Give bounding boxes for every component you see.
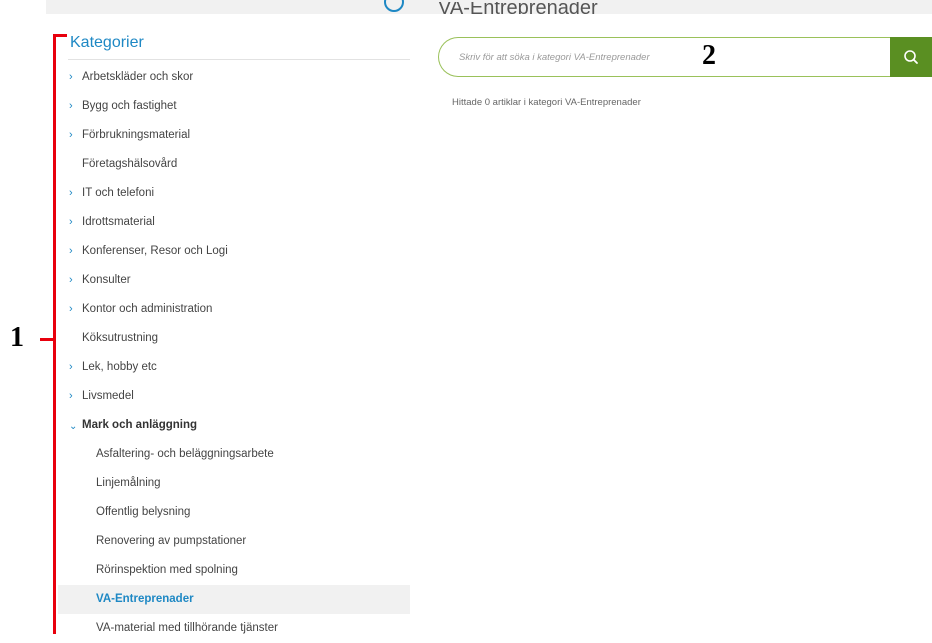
category-label: Lek, hobby etc xyxy=(82,361,157,373)
subcategory-label: VA-Entreprenader xyxy=(96,593,194,605)
subcategory-label: VA-material med tillhörande tjänster xyxy=(96,622,278,634)
category-label: Förbrukningsmaterial xyxy=(82,129,191,141)
subcategory-item-asfaltering[interactable]: Asfaltering- och beläggningsarbete xyxy=(58,440,410,469)
search-button[interactable] xyxy=(890,37,932,77)
chevron-right-icon: › xyxy=(69,361,73,373)
annotation-bracket-tick xyxy=(40,338,54,341)
subcategory-item-va-material[interactable]: VA-material med tillhörande tjänster xyxy=(58,614,410,643)
subcategory-item-va-entreprenader[interactable]: VA-Entreprenader xyxy=(58,585,410,614)
search-bar xyxy=(438,37,932,81)
result-count-text: Hittade 0 artiklar i kategori VA-Entrepr… xyxy=(452,97,641,108)
category-sidebar: Kategorier › Arbetskläder och skor › Bygg … xyxy=(58,14,410,634)
category-label: Livsmedel xyxy=(82,390,134,402)
chevron-right-icon: › xyxy=(69,245,73,257)
annotation-marker-2: 2 xyxy=(702,40,716,71)
category-label: Bygg och fastighet xyxy=(82,100,177,112)
category-item-forbrukningsmaterial[interactable]: › Förbrukningsmaterial xyxy=(58,121,410,150)
chevron-right-icon: › xyxy=(69,129,73,141)
category-item-konferenser[interactable]: › Konferenser, Resor och Logi xyxy=(58,237,410,266)
category-item-idrottsmaterial[interactable]: › Idrottsmaterial xyxy=(58,208,410,237)
subcategory-label: Renovering av pumpstationer xyxy=(96,535,247,547)
category-title: Kategorier xyxy=(70,34,144,51)
category-label: Mark och anläggning xyxy=(82,419,198,431)
category-divider xyxy=(68,59,410,60)
search-icon xyxy=(904,50,918,64)
chevron-down-icon: ⌄ xyxy=(69,421,78,432)
category-label: Arbetskläder och skor xyxy=(82,71,194,83)
subcategory-item-renovering[interactable]: Renovering av pumpstationer xyxy=(58,527,410,556)
subcategory-item-rorinspektion[interactable]: Rörinspektion med spolning xyxy=(58,556,410,585)
category-item-livsmedel[interactable]: › Livsmedel xyxy=(58,382,410,411)
subcategory-item-offentlig-belysning[interactable]: Offentlig belysning xyxy=(58,498,410,527)
category-item-lek-hobby[interactable]: › Lek, hobby etc xyxy=(58,353,410,382)
subcategory-label: Asfaltering- och beläggningsarbete xyxy=(96,448,274,460)
subcategory-label: Offentlig belysning xyxy=(96,506,191,518)
category-label: IT och telefoni xyxy=(82,187,155,199)
category-item-kontor[interactable]: › Kontor och administration xyxy=(58,295,410,324)
category-item-bygg[interactable]: › Bygg och fastighet xyxy=(58,92,410,121)
category-item-arbetsklader[interactable]: › Arbetskläder och skor xyxy=(58,63,410,92)
category-label: Köksutrustning xyxy=(82,332,159,344)
category-label: Konferenser, Resor och Logi xyxy=(82,245,228,257)
category-label: Kontor och administration xyxy=(82,303,213,315)
user-circle-icon[interactable] xyxy=(384,0,404,12)
category-item-it-telefoni[interactable]: › IT och telefoni xyxy=(58,179,410,208)
category-item-mark-anlaggning[interactable]: ⌄ Mark och anläggning xyxy=(58,411,410,440)
category-item-foretagshalsovard[interactable]: Företagshälsovård xyxy=(58,150,410,179)
annotation-bracket-top xyxy=(53,34,67,37)
chevron-right-icon: › xyxy=(69,100,73,112)
search-input[interactable] xyxy=(438,37,890,77)
subcategory-label: Rörinspektion med spolning xyxy=(96,564,238,576)
annotation-marker-1: 1 xyxy=(10,322,24,353)
category-list: › Arbetskläder och skor › Bygg och fastigh… xyxy=(58,63,410,643)
category-label: Konsulter xyxy=(82,274,131,286)
chevron-right-icon: › xyxy=(69,187,73,199)
chevron-right-icon: › xyxy=(69,274,73,286)
category-item-konsulter[interactable]: › Konsulter xyxy=(58,266,410,295)
category-label: Idrottsmaterial xyxy=(82,216,155,228)
chevron-right-icon: › xyxy=(69,71,73,83)
chevron-right-icon: › xyxy=(69,303,73,315)
category-label: Företagshälsovård xyxy=(82,158,178,170)
chevron-right-icon: › xyxy=(69,390,73,402)
category-item-koksutrustning[interactable]: Köksutrustning xyxy=(58,324,410,353)
chevron-right-icon: › xyxy=(69,216,73,228)
subcategory-item-linjemalning[interactable]: Linjemålning xyxy=(58,469,410,498)
annotation-bracket xyxy=(53,34,56,634)
subcategory-label: Linjemålning xyxy=(96,477,161,489)
page-title: VA-Entreprenader xyxy=(438,2,598,14)
